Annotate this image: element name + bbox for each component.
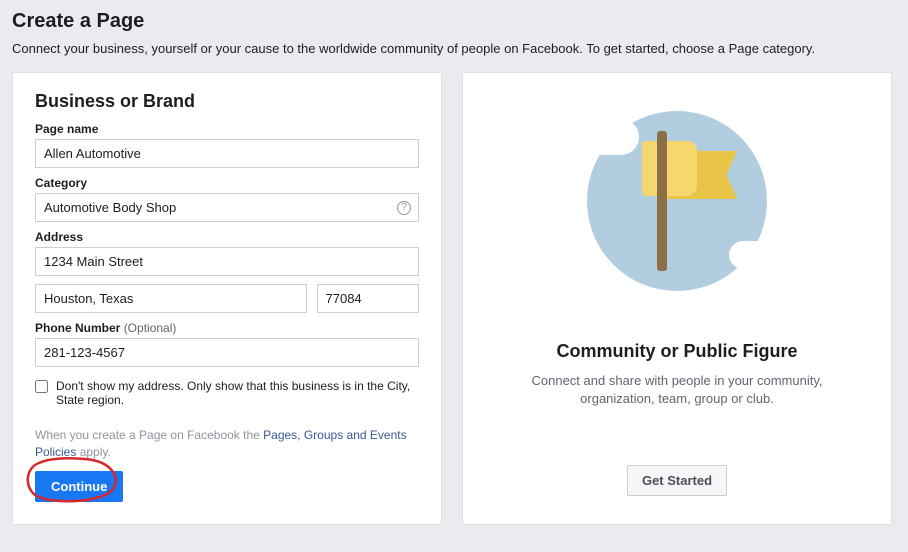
address-label: Address <box>35 230 419 244</box>
community-card-description: Connect and share with people in your co… <box>485 372 869 408</box>
page-subtitle: Connect your business, yourself or your … <box>12 41 896 56</box>
category-input[interactable] <box>35 193 419 222</box>
phone-label: Phone Number (Optional) <box>35 321 419 335</box>
zip-input[interactable] <box>317 284 420 313</box>
get-started-button[interactable]: Get Started <box>627 465 727 496</box>
business-card-title: Business or Brand <box>35 91 419 112</box>
page-name-input[interactable] <box>35 139 419 168</box>
street-input[interactable] <box>35 247 419 276</box>
community-card: Community or Public Figure Connect and s… <box>462 72 892 525</box>
continue-button[interactable]: Continue <box>35 471 123 502</box>
hide-address-checkbox[interactable] <box>35 380 48 393</box>
flag-illustration-icon <box>567 101 787 301</box>
community-card-title: Community or Public Figure <box>485 341 869 362</box>
help-icon[interactable]: ? <box>397 201 411 215</box>
policy-text: When you create a Page on Facebook the P… <box>35 427 419 461</box>
category-label: Category <box>35 176 419 190</box>
city-input[interactable] <box>35 284 307 313</box>
hide-address-label: Don't show my address. Only show that th… <box>56 379 419 407</box>
page-name-label: Page name <box>35 122 419 136</box>
cards-row: Business or Brand Page name Category ? A… <box>0 72 908 525</box>
hide-address-row: Don't show my address. Only show that th… <box>35 379 419 407</box>
page-header: Create a Page Connect your business, you… <box>0 0 908 72</box>
page-title: Create a Page <box>12 10 896 33</box>
business-card: Business or Brand Page name Category ? A… <box>12 72 442 525</box>
phone-input[interactable] <box>35 338 419 367</box>
